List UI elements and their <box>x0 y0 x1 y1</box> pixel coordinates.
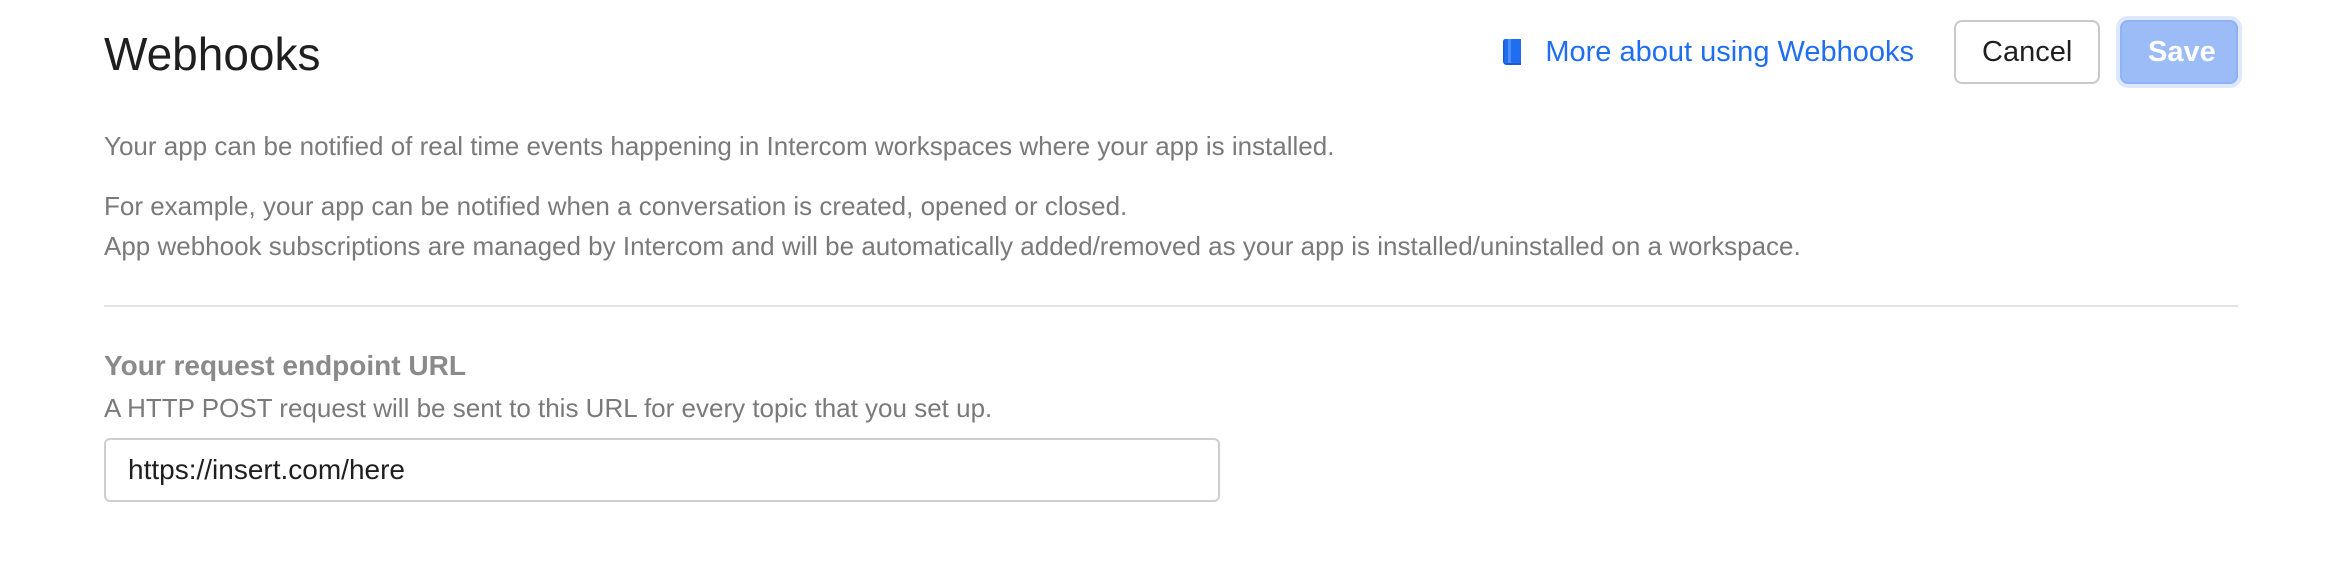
section-divider <box>104 305 2238 307</box>
header-actions: More about using Webhooks Cancel Save <box>1501 20 2238 84</box>
book-icon <box>1501 37 1525 67</box>
endpoint-url-label: Your request endpoint URL <box>104 350 466 381</box>
endpoint-url-input[interactable] <box>104 438 1220 502</box>
cancel-button[interactable]: Cancel <box>1954 20 2100 84</box>
more-about-webhooks-link[interactable]: More about using Webhooks <box>1501 36 1914 69</box>
description-line-3: App webhook subscriptions are managed by… <box>104 231 1801 261</box>
endpoint-url-help: A HTTP POST request will be sent to this… <box>104 393 993 423</box>
page-header: Webhooks More about using Webhooks Cance… <box>104 20 2238 90</box>
help-link-label: More about using Webhooks <box>1545 35 1914 68</box>
save-button[interactable]: Save <box>2120 20 2238 84</box>
description-line-1: Your app can be notified of real time ev… <box>104 131 1335 161</box>
page-title: Webhooks <box>104 28 321 80</box>
description-line-2: For example, your app can be notified wh… <box>104 191 1128 221</box>
webhooks-page: Webhooks More about using Webhooks Cance… <box>104 0 2238 564</box>
